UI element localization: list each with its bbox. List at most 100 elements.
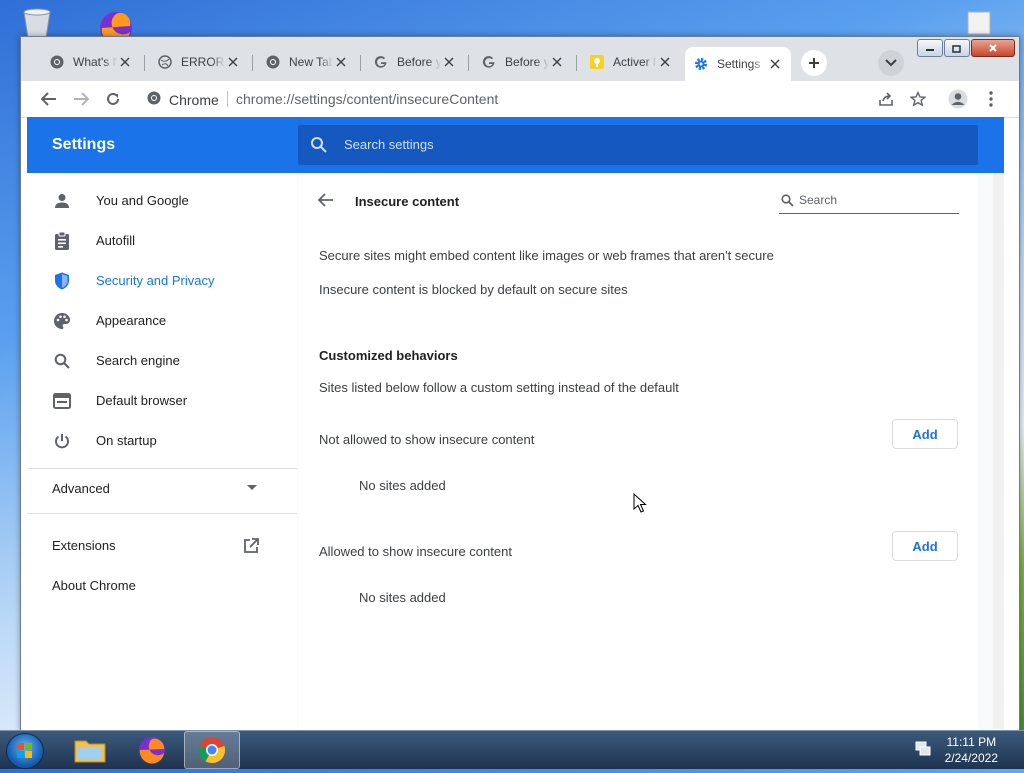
clock-date: 2/24/2022 xyxy=(944,751,998,765)
tab-search-button[interactable] xyxy=(878,50,904,76)
arrow-left-icon xyxy=(41,92,56,106)
close-tab-icon[interactable] xyxy=(657,54,673,70)
sidebar-item-label: Default browser xyxy=(96,393,188,408)
share-button[interactable] xyxy=(874,87,898,111)
site-chip[interactable]: Chrome xyxy=(147,91,219,108)
tab-5[interactable]: Before yo xyxy=(473,47,573,77)
tab-2[interactable]: ERROR: T xyxy=(149,47,249,77)
close-tab-icon[interactable] xyxy=(767,56,783,72)
file-desktop-icon[interactable] xyxy=(964,10,994,36)
sidebar-item-search-engine[interactable]: Search engine xyxy=(27,341,297,381)
taskbar-firefox[interactable] xyxy=(124,731,180,769)
close-tab-icon[interactable] xyxy=(333,54,349,70)
close-tab-icon[interactable] xyxy=(117,54,133,70)
menu-button[interactable] xyxy=(979,87,1003,111)
kebab-menu-icon xyxy=(989,91,993,107)
open-in-new-icon[interactable] xyxy=(243,538,259,554)
section-subtext: Sites listed below follow a custom setti… xyxy=(319,380,679,395)
settings-search-bar[interactable]: Search settings xyxy=(298,125,978,165)
tab-4[interactable]: Before yo xyxy=(365,47,465,77)
minimize-icon xyxy=(926,49,934,51)
empty-list-text: No sites added xyxy=(359,590,446,605)
settings-search-placeholder: Search settings xyxy=(344,137,434,152)
chrome-icon xyxy=(265,54,281,70)
sidebar-item-autofill[interactable]: Autofill xyxy=(27,221,297,261)
site-label: Chrome xyxy=(169,91,219,108)
sidebar-item-extensions[interactable]: Extensions xyxy=(52,538,116,553)
taskbar-chrome[interactable] xyxy=(184,731,240,769)
sidebar-item-default-browser[interactable]: Default browser xyxy=(27,381,297,421)
sidebar-divider xyxy=(27,468,297,469)
tab-title: Before yo xyxy=(397,55,441,69)
tab-6[interactable]: Activer l xyxy=(581,47,681,77)
tab-separator xyxy=(252,55,253,71)
tab-separator xyxy=(468,55,469,71)
forward-button[interactable] xyxy=(69,87,93,111)
page-scrollbar[interactable] xyxy=(993,173,1004,729)
folder-icon xyxy=(74,740,106,763)
clock-time: 11:11 PM xyxy=(946,735,997,749)
profile-button[interactable] xyxy=(946,87,970,111)
sidebar-item-appearance[interactable]: Appearance xyxy=(27,301,297,341)
settings-sidebar: You and Google Autofill Security and Pri… xyxy=(27,173,297,729)
sidebar-item-security-and-privacy[interactable]: Security and Privacy xyxy=(27,261,297,301)
tab-title: Activer l xyxy=(613,55,656,69)
sidebar-item-you-and-google[interactable]: You and Google xyxy=(27,181,297,221)
close-tab-icon[interactable] xyxy=(441,54,457,70)
palette-icon xyxy=(52,311,72,331)
tab-strip: What's N ERROR: T New Tab Before yo xyxy=(21,37,1019,81)
minimize-button[interactable] xyxy=(917,39,943,57)
tab-title: What's N xyxy=(73,55,117,69)
close-tab-icon[interactable] xyxy=(549,54,565,70)
address-divider xyxy=(227,91,228,107)
sidebar-item-on-startup[interactable]: On startup xyxy=(27,421,297,461)
tab-separator xyxy=(360,55,361,71)
tab-1[interactable]: What's N xyxy=(41,47,141,77)
browser-window: What's N ERROR: T New Tab Before yo xyxy=(20,36,1020,732)
address-bar[interactable]: Chrome chrome://settings/content/insecur… xyxy=(135,85,987,113)
restore-icon xyxy=(952,44,961,53)
maximize-button[interactable] xyxy=(944,39,970,57)
tab-title: ERROR: T xyxy=(181,55,225,69)
person-icon xyxy=(52,191,72,211)
arrow-left-icon[interactable] xyxy=(318,193,334,207)
chrome-icon xyxy=(49,54,65,70)
reload-icon xyxy=(107,92,119,105)
add-allowed-button[interactable]: Add xyxy=(892,531,958,561)
chrome-icon xyxy=(147,91,161,108)
not-allowed-label: Not allowed to show insecure content xyxy=(319,432,535,447)
caret-down-icon[interactable] xyxy=(247,485,257,491)
sidebar-divider xyxy=(27,513,297,514)
taskbar-explorer[interactable] xyxy=(62,731,118,769)
page-title: Insecure content xyxy=(355,194,460,209)
window-caption-buttons xyxy=(917,39,1015,57)
page-search-input[interactable]: Search xyxy=(779,191,959,214)
google-icon xyxy=(373,54,389,70)
recycle-bin-icon[interactable] xyxy=(18,6,56,40)
add-not-allowed-button[interactable]: Add xyxy=(892,419,958,449)
page-search-placeholder: Search xyxy=(799,193,838,207)
firefox-icon xyxy=(139,737,165,764)
chrome-icon xyxy=(198,737,226,764)
back-button[interactable] xyxy=(37,87,61,111)
close-tab-icon[interactable] xyxy=(225,54,241,70)
tab-3[interactable]: New Tab xyxy=(257,47,357,77)
sidebar-item-label: You and Google xyxy=(96,193,189,208)
close-window-button[interactable] xyxy=(971,39,1015,57)
mouse-cursor-icon xyxy=(633,493,647,513)
tab-7[interactable]: Settings xyxy=(685,47,791,81)
sidebar-item-about-chrome[interactable]: About Chrome xyxy=(52,578,136,593)
reload-button[interactable] xyxy=(101,87,125,111)
tab-title: Before yo xyxy=(505,55,549,69)
start-button[interactable] xyxy=(6,733,44,769)
sidebar-advanced-toggle[interactable]: Advanced xyxy=(52,481,110,496)
system-clock[interactable]: 11:11 PM 2/24/2022 xyxy=(945,734,998,766)
sidebar-item-label: On startup xyxy=(96,433,157,448)
network-icon[interactable] xyxy=(914,741,932,757)
tab-separator xyxy=(144,55,145,71)
new-tab-button[interactable] xyxy=(801,50,827,76)
bookmark-button[interactable] xyxy=(906,87,930,111)
share-icon xyxy=(879,92,893,106)
section-heading: Customized behaviors xyxy=(319,348,458,363)
url-text[interactable]: chrome://settings/content/insecureConten… xyxy=(236,91,498,107)
